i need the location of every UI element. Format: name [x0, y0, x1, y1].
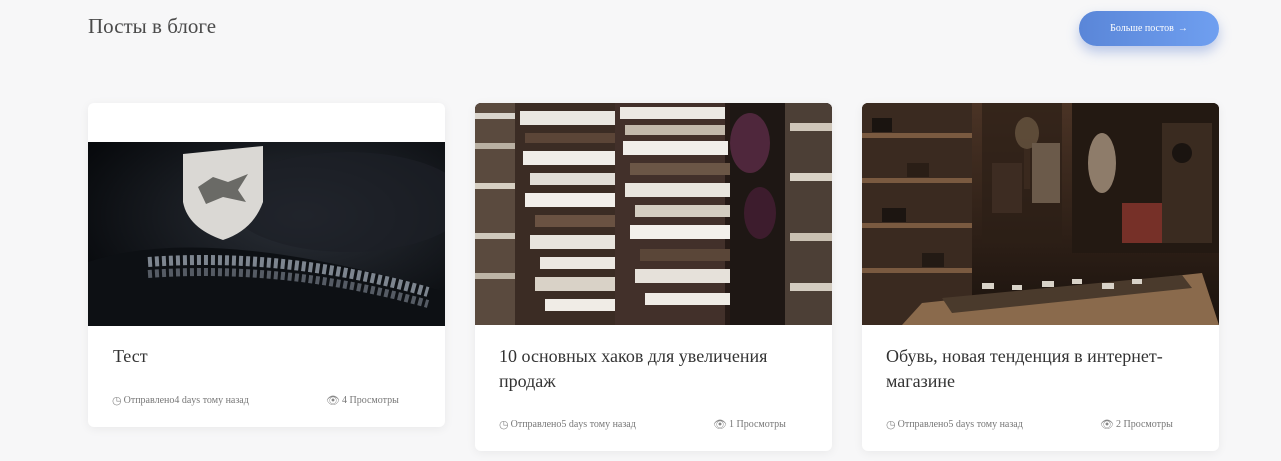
post-views: 👁 2 Просмотры: [1100, 418, 1173, 431]
eye-icon: 👁: [1100, 418, 1114, 431]
post-date: Отправлено5 days тому назад: [510, 418, 636, 430]
clock-icon: ◷: [112, 394, 122, 407]
post-views: 👁 1 Просмотры: [713, 418, 786, 431]
post-meta: ◷ Отправлено5 days тому назад 👁 1 Просмо…: [499, 416, 819, 432]
post-image[interactable]: [475, 103, 832, 325]
eye-icon: 👁: [326, 394, 340, 407]
clock-icon: ◷: [499, 418, 509, 431]
shoe-store-image: [862, 103, 1219, 325]
post-card[interactable]: Тест ◷ Отправлено4 days тому назад 👁 4 П…: [88, 103, 445, 427]
post-meta: ◷ Отправлено5 days тому назад 👁 2 Просмо…: [886, 416, 1206, 432]
arrow-right-icon: →: [1177, 23, 1188, 34]
eye-icon: 👁: [713, 418, 727, 431]
more-posts-label: Больше постов: [1110, 23, 1174, 34]
section-title: Посты в блоге: [88, 14, 217, 38]
post-card[interactable]: Обувь, новая тенденция в интернет-магази…: [862, 103, 1219, 451]
books-image: [475, 103, 832, 325]
views-count: 4 Просмотры: [341, 394, 399, 406]
views-count: 2 Просмотры: [1115, 418, 1173, 430]
post-card[interactable]: 10 основных хаков для увеличения продаж …: [475, 103, 832, 451]
post-title[interactable]: Тест: [113, 344, 423, 369]
post-title[interactable]: 10 основных хаков для увеличения продаж: [499, 344, 819, 394]
post-image[interactable]: [88, 142, 445, 326]
post-date: Отправлено5 days тому назад: [897, 418, 1023, 430]
post-title[interactable]: Обувь, новая тенденция в интернет-магази…: [886, 344, 1196, 394]
cap-emblem-image: [88, 142, 445, 326]
views-count: 1 Просмотры: [728, 418, 786, 430]
post-image[interactable]: [862, 103, 1219, 325]
clock-icon: ◷: [886, 418, 896, 431]
more-posts-button[interactable]: Больше постов →: [1079, 11, 1219, 46]
post-date: Отправлено4 days тому назад: [123, 394, 249, 406]
post-views: 👁 4 Просмотры: [326, 394, 399, 407]
post-meta: ◷ Отправлено4 days тому назад 👁 4 Просмо…: [112, 392, 432, 408]
